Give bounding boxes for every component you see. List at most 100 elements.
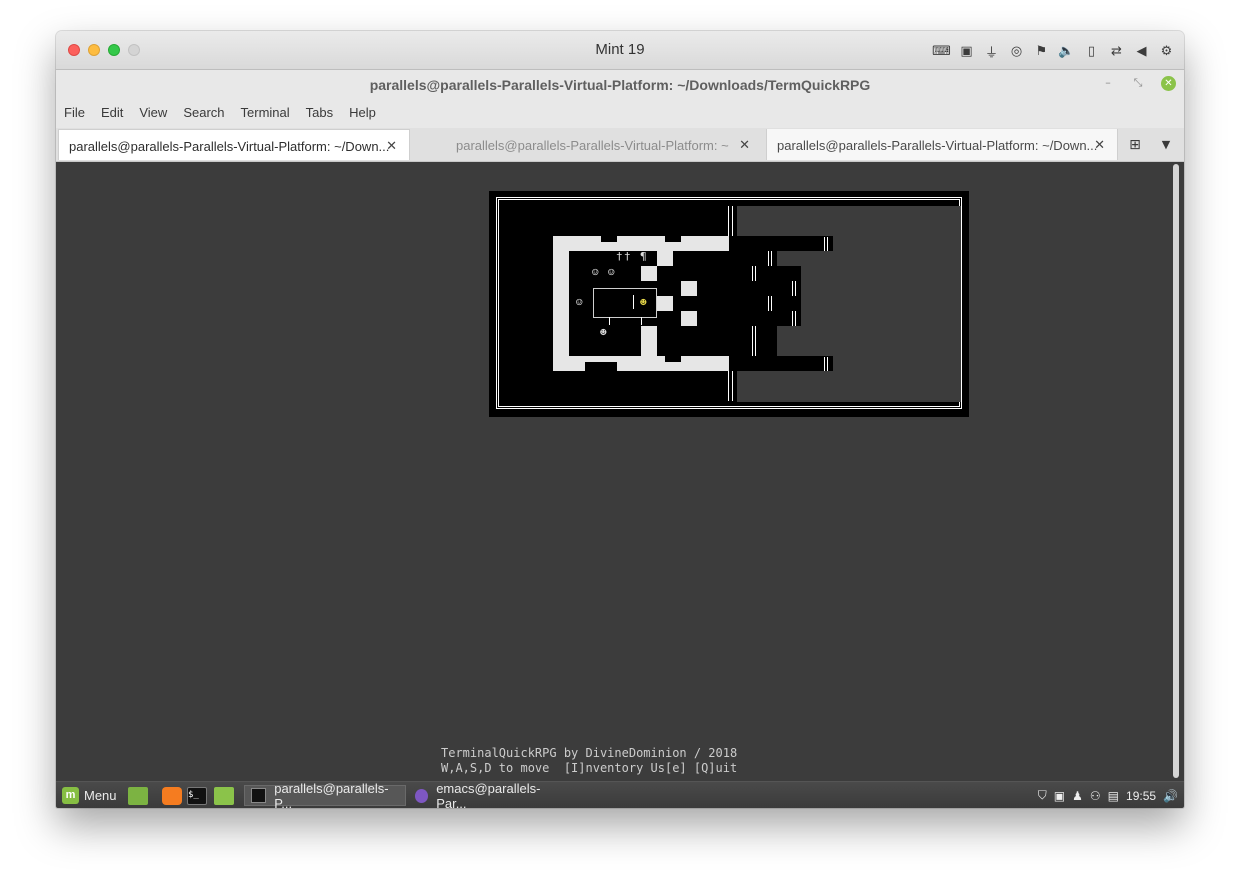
wall-line [824,237,825,251]
room-wall [641,326,657,356]
cd-icon[interactable]: ◎ [1007,42,1026,61]
firefox-launcher[interactable] [162,785,182,806]
footer-controls: W,A,S,D to move [I]nventory Us[e] [Q]uit [441,761,738,775]
task-emacs[interactable]: emacs@parallels-Par... [408,781,570,808]
menu-view[interactable]: View [131,100,175,128]
shield-icon[interactable]: ⛉ [1038,788,1047,803]
files-launcher[interactable] [214,785,234,806]
wall-line [752,326,753,356]
volume-icon[interactable]: 🔊 [1163,789,1178,803]
wall-line [732,371,733,401]
wall-line [755,326,756,356]
cpu-icon[interactable]: ▣ [957,42,976,61]
wall-line [641,317,642,325]
vm-window: Mint 19 ⌨ ▣ ⏚ ◎ ⚑ 🔈 ▯ ⇄ ◀ ⚙ parallels@pa… [56,31,1184,808]
wall-line [771,296,772,311]
room-wall [553,236,569,371]
room-wall [681,281,697,296]
room-wall [553,356,729,371]
menu-label: Menu [84,788,117,803]
user-icon[interactable]: ♟ [1072,789,1083,803]
terminal-menu-bar: File Edit View Search Terminal Tabs Help [56,100,1184,128]
show-desktop-button[interactable] [128,785,148,806]
vm-title-bar: Mint 19 ⌨ ▣ ⏚ ◎ ⚑ 🔈 ▯ ⇄ ◀ ⚙ [56,31,1184,70]
task-emacs-label: emacs@parallels-Par... [436,780,541,809]
network-icon[interactable]: ⚑ [1032,42,1051,61]
corridor [777,266,801,281]
room-wall [641,266,657,281]
menu-edit[interactable]: Edit [93,100,131,128]
system-tray: ⛉ ▣ ♟ ⚇ ▤ 19:55 🔊 [1038,785,1178,806]
wall-line [768,251,769,266]
restore-icon[interactable]: ⤡ [1130,75,1146,91]
back-arrow-icon[interactable]: ◀ [1132,42,1151,61]
corridor [729,356,833,371]
tab-bar: parallels@parallels-Parallels-Virtual-Pl… [56,128,1184,162]
bottom-panel: m Menu $_ parallels@parallels-P... emacs… [56,781,1184,808]
start-menu-button[interactable]: m Menu [62,785,117,806]
clock[interactable]: 19:55 [1126,789,1156,803]
menu-file[interactable]: File [56,100,93,128]
wall-line [755,266,756,281]
close-tab-icon[interactable]: ✕ [1094,137,1105,153]
scrollbar-thumb[interactable] [1173,164,1179,778]
mint-logo-icon: m [62,787,79,804]
wall-line [827,237,828,251]
wall-line [792,281,793,296]
network-icon[interactable]: ⚇ [1090,789,1101,803]
tab-2[interactable]: parallels@parallels-Parallels-Virtual-Pl… [446,129,762,160]
corridor [729,251,777,356]
game-map: † † ¶ ☺ ☺ ☺ ☻ ☻ [489,191,969,417]
corridor [729,206,737,236]
vm-toolbar: ⌨ ▣ ⏚ ◎ ⚑ 🔈 ▯ ⇄ ◀ ⚙ [932,41,1176,61]
tab-2-label: parallels@parallels-Parallels-Virtual-Pl… [456,138,729,153]
close-tab-icon[interactable]: ✕ [739,137,750,153]
menu-help[interactable]: Help [341,100,384,128]
scrollbar[interactable] [1172,164,1180,778]
close-tab-icon[interactable]: ✕ [386,138,397,154]
update-icon[interactable]: ▣ [1054,789,1065,803]
menu-terminal[interactable]: Terminal [233,100,298,128]
cross-icon: † [624,250,631,263]
drive-icon[interactable]: ▯ [1082,42,1101,61]
keyboard-icon[interactable]: ⌨ [932,42,951,61]
tab-1[interactable]: parallels@parallels-Parallels-Virtual-Pl… [58,129,410,160]
terminal-content[interactable]: † † ¶ ☺ ☺ ☺ ☻ ☻ TerminalQuickRPG by Divi… [56,162,1184,781]
wall-gap [601,236,617,242]
wall-line [752,266,753,281]
wall-line [768,296,769,311]
chevron-down-icon[interactable]: ▼ [1155,134,1177,156]
terminal-launcher[interactable]: $_ [187,785,207,806]
menu-search[interactable]: Search [175,100,232,128]
gear-icon[interactable]: ⚙ [1157,42,1176,61]
cross-icon: † [616,250,623,263]
wall-gap [585,362,617,371]
wall-line [732,206,733,236]
tab-3[interactable]: parallels@parallels-Parallels-Virtual-Pl… [766,129,1118,160]
room-wall [553,236,729,251]
folder-icon [214,786,234,805]
wall-line [827,357,828,371]
npc-icon: ☺ [576,296,583,309]
wall-line [728,371,729,401]
close-icon[interactable]: ✕ [1161,76,1176,91]
clipboard-icon[interactable]: ▤ [1108,789,1119,803]
room-wall [657,296,673,311]
npc-icon: ☺ [592,266,599,279]
npc-icon: ☻ [600,326,607,339]
sound-icon[interactable]: 🔈 [1057,42,1076,61]
wall-line [824,357,825,371]
minimize-icon[interactable]: – [1100,75,1116,91]
terminal-title-bar: parallels@parallels-Parallels-Virtual-Pl… [56,70,1184,100]
terminal-icon [251,788,267,803]
new-tab-icon[interactable]: ⊞ [1124,134,1146,156]
table [593,288,657,318]
usb-icon[interactable]: ⏚ [982,42,1001,61]
task-terminal[interactable]: parallels@parallels-P... [244,781,406,808]
tab-1-label: parallels@parallels-Parallels-Virtual-Pl… [69,139,390,154]
shared-folder-icon[interactable]: ⇄ [1107,42,1126,61]
npc-icon: ☺ [608,266,615,279]
menu-tabs[interactable]: Tabs [298,100,341,128]
emacs-icon [415,788,429,803]
desktop-icon [128,786,148,805]
